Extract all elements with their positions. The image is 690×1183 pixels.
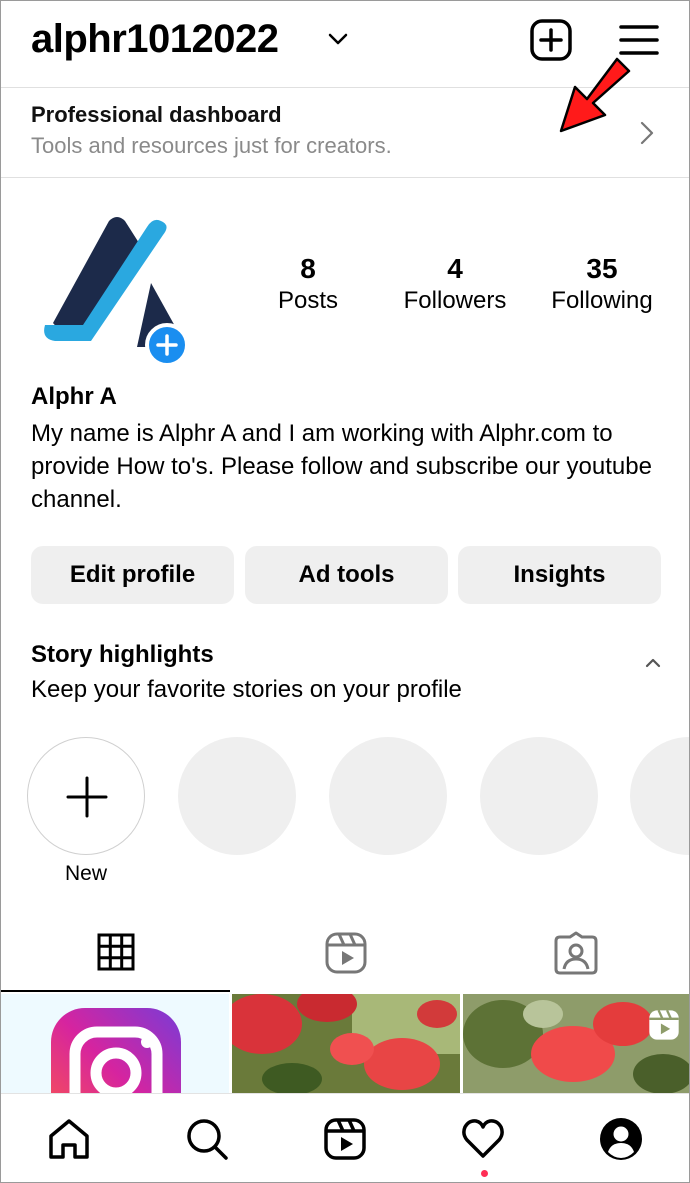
highlights-subtitle: Keep your favorite stories on your profi… [31, 676, 462, 703]
tab-posts-grid[interactable] [1, 919, 230, 993]
menu-icon[interactable] [619, 23, 659, 57]
ad-tools-button[interactable]: Ad tools [245, 546, 448, 604]
notification-dot [481, 1170, 488, 1177]
dashboard-title: Professional dashboard [31, 102, 282, 127]
reels-icon[interactable] [322, 1116, 368, 1162]
plus-icon [156, 334, 178, 356]
stat-following[interactable]: 35 Following [532, 253, 672, 315]
profile-name: Alphr A [31, 383, 117, 410]
highlight-placeholder [178, 737, 296, 855]
bottom-nav [1, 1093, 689, 1182]
dashboard-subtitle: Tools and resources just for creators. [31, 133, 392, 158]
stat-label: Followers [403, 287, 507, 314]
stat-label: Following [551, 287, 653, 314]
insights-button[interactable]: Insights [458, 546, 661, 604]
edit-profile-button[interactable]: Edit profile [31, 546, 234, 604]
new-highlight-button[interactable] [27, 737, 145, 855]
reels-icon [649, 1009, 679, 1040]
tab-reels[interactable] [230, 919, 459, 993]
add-story-button[interactable] [145, 323, 189, 367]
flower-photo-image [232, 994, 460, 1094]
instagram-profile-screen: alphr1012022 Professional dashboard Tool… [0, 0, 690, 1183]
new-highlight-label: New [64, 862, 107, 885]
profile-bio: My name is Alphr A and I am working with… [31, 420, 652, 513]
post-thumbnail[interactable] [463, 994, 689, 1094]
reels-icon [325, 932, 367, 974]
stat-label: Posts [277, 287, 339, 314]
highlights-title: Story highlights [31, 641, 214, 668]
username-title[interactable]: alphr1012022 [31, 17, 279, 62]
stat-value: 4 [447, 253, 463, 284]
chevron-down-icon[interactable] [327, 31, 349, 47]
plus-icon [66, 776, 108, 818]
post-thumbnail[interactable] [232, 994, 460, 1094]
grid-icon [97, 933, 135, 971]
stat-value: 35 [586, 253, 618, 284]
tagged-icon [554, 931, 598, 975]
tab-tagged[interactable] [459, 919, 688, 993]
post-thumbnail[interactable] [1, 994, 229, 1094]
active-tab-indicator [1, 990, 230, 992]
profile-icon[interactable] [598, 1116, 644, 1162]
chevron-up-icon[interactable] [643, 655, 663, 669]
red-arrow-annotation [559, 57, 631, 133]
chevron-right-icon [640, 121, 654, 145]
search-icon[interactable] [184, 1116, 230, 1162]
stat-value: 8 [300, 253, 316, 284]
stat-posts[interactable]: 8 Posts [238, 253, 378, 315]
heart-icon[interactable] [460, 1116, 506, 1162]
highlight-placeholder [329, 737, 447, 855]
home-icon[interactable] [46, 1116, 92, 1162]
highlight-placeholder [630, 737, 689, 855]
new-post-icon[interactable] [530, 19, 572, 61]
highlight-placeholder [480, 737, 598, 855]
stat-followers[interactable]: 4 Followers [385, 253, 525, 315]
instagram-logo-image [51, 1008, 181, 1094]
